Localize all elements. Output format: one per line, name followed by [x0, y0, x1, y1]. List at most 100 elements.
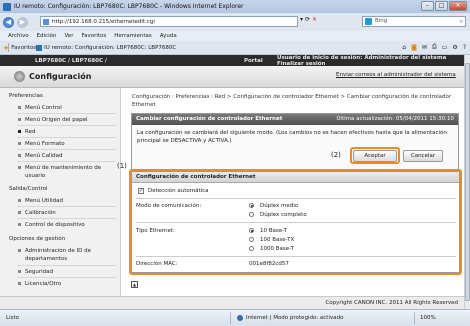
menu-ayuda[interactable]: Ayuda	[160, 33, 177, 39]
auto-detect-checkbox[interactable]: ✓	[138, 188, 144, 194]
minimize-button[interactable]: –	[421, 1, 434, 11]
menu-favoritos[interactable]: Favoritos	[81, 33, 106, 39]
cancel-button[interactable]: Cancelar	[403, 150, 443, 162]
half-duplex-label: Dúplex medio	[260, 203, 299, 209]
page-title: Configuración	[29, 72, 92, 81]
login-info[interactable]: Usuario de inicio de sesión: Administrad…	[277, 55, 464, 67]
sidebar-section-preferences: Preferencias	[9, 93, 43, 99]
maximize-button[interactable]: □	[435, 1, 448, 11]
callout-2: (2)	[331, 151, 341, 159]
sidebar-item-quality[interactable]: Menú Calidad	[18, 152, 62, 160]
search-icon[interactable]: ⌕	[460, 17, 463, 26]
menu-bar: Archivo Edición Ver Favoritos Herramient…	[0, 31, 470, 41]
vertical-scrollbar[interactable]	[464, 55, 470, 309]
stop-icon[interactable]: ✕	[312, 16, 317, 23]
menu-ver[interactable]: Ver	[64, 33, 73, 39]
refresh-icon[interactable]: ⟳	[305, 16, 310, 23]
ie-icon	[3, 2, 11, 11]
sidebar-item-department-id[interactable]: Administración de ID de departamentos	[18, 247, 116, 263]
status-bar: Listo Internet | Modo protegido: activad…	[0, 309, 470, 326]
sidebar-item-calibration[interactable]: Calibración	[18, 209, 56, 217]
status-text: Listo	[6, 315, 19, 321]
sidebar-item-maintenance[interactable]: Menú de mantenimiento de usuario	[18, 164, 116, 180]
sidebar-section-output: Salida/Control	[9, 186, 48, 192]
menu-edicion[interactable]: Edición	[37, 33, 57, 39]
email-admin-link[interactable]: Enviar correos al administrador del sist…	[336, 72, 456, 78]
sidebar: Preferencias Menú Control Menú Origen de…	[0, 88, 121, 309]
window-title: IU remoto: Configuración: LBP7680C: LBP7…	[14, 3, 244, 10]
page-content: LBP7680C / LBP7680C / Portal Usuario de …	[0, 55, 464, 309]
full-duplex-label: Dúplex completo	[260, 212, 307, 218]
title-bar: IU remoto: Configuración: LBP7680C: LBP7…	[0, 0, 470, 13]
10base-t-radio[interactable]	[249, 228, 254, 233]
half-duplex-radio[interactable]	[249, 203, 254, 208]
search-input[interactable]: Bing ⌕	[362, 16, 466, 27]
sidebar-section-management: Opciones de gestión	[9, 236, 66, 242]
full-duplex-radio[interactable]	[249, 212, 254, 217]
page-icon	[43, 18, 49, 25]
page-menu-icon[interactable]: ▭	[442, 44, 448, 51]
change-message: La configuración se cambiará del siguien…	[137, 130, 447, 144]
favorites-button[interactable]: Favoritos	[11, 45, 36, 51]
top-header: LBP7680C / LBP7680C / Portal Usuario de …	[0, 55, 464, 67]
comm-mode-label: Modo de comunicación:	[136, 203, 202, 209]
url-input[interactable]: http://192.168.0.215/ethernetedit.cgi	[40, 16, 298, 27]
ok-button[interactable]: Aceptar	[353, 150, 397, 162]
sidebar-item-paper-source[interactable]: Menú Origen del papel	[18, 116, 88, 124]
menu-herramientas[interactable]: Herramientas	[114, 33, 151, 39]
menu-archivo[interactable]: Archivo	[8, 33, 29, 39]
feeds-icon[interactable]: ◙	[411, 44, 417, 51]
command-bar: ⌂ ◙ ✉ ⎙ ▭ ⚙ ?	[402, 43, 466, 51]
dropdown-icon[interactable]: ▾	[300, 16, 303, 23]
bing-icon	[365, 18, 372, 25]
sidebar-item-security[interactable]: Seguridad	[18, 268, 53, 276]
mac-address-value: 001e8f82cd57	[249, 261, 289, 267]
change-confirm-box: Cambiar configuración de controlador Eth…	[131, 113, 459, 172]
back-to-top-icon[interactable]: ▲	[131, 281, 138, 288]
change-box-title: Cambiar configuración de controlador Eth…	[132, 114, 458, 125]
help-icon[interactable]: ?	[463, 44, 466, 51]
100base-tx-radio[interactable]	[249, 237, 254, 242]
address-actions: ▾ ⟳ ✕	[300, 16, 317, 23]
sidebar-item-device-control[interactable]: Control de dispositivo	[18, 221, 85, 229]
mac-address-label: Dirección MAC:	[136, 261, 178, 267]
100base-tx-label: 100 Base-TX	[260, 237, 295, 243]
mail-icon[interactable]: ✉	[422, 44, 427, 51]
ethernet-type-label: Tipo Ethernet:	[136, 228, 175, 234]
back-icon[interactable]: ◀	[3, 16, 14, 28]
settings-icon	[14, 71, 25, 82]
portal-link[interactable]: Portal	[244, 58, 263, 64]
auto-detect-label: Detección automática	[148, 188, 209, 194]
sidebar-item-format[interactable]: Menú Formato	[18, 140, 65, 148]
favorites-bar: ★ Favoritos IU remoto: Configuración: LB…	[0, 41, 470, 55]
sidebar-item-license[interactable]: Licencia/Otro	[18, 280, 61, 288]
10base-t-label: 10 Base-T	[260, 228, 287, 234]
browser-window: IU remoto: Configuración: LBP7680C: LBP7…	[0, 0, 470, 326]
window-controls: – □ ✕	[421, 1, 467, 11]
tab-page-icon	[36, 44, 43, 51]
ethernet-settings-form: Configuración de controlador Ethernet ✓ …	[131, 171, 460, 273]
globe-icon	[237, 315, 243, 321]
form-title: Configuración de controlador Ethernet	[132, 172, 459, 183]
print-icon[interactable]: ⎙	[432, 43, 437, 51]
home-icon[interactable]: ⌂	[402, 44, 406, 51]
1000base-t-radio[interactable]	[249, 246, 254, 251]
forward-icon[interactable]: ▶	[17, 16, 28, 28]
browser-tab[interactable]: IU remoto: Configuración: LBP7680C: LBP7…	[36, 44, 176, 51]
sidebar-item-network[interactable]: Red	[18, 128, 35, 136]
1000base-t-label: 1000 Base-T	[260, 246, 294, 252]
breadcrumb: Configuración : Preferencias : Red > Con…	[132, 94, 452, 108]
sidebar-item-menu-control[interactable]: Menú Control	[18, 104, 62, 112]
security-zone[interactable]: Internet | Modo protegido: activado	[237, 315, 343, 321]
zoom-level[interactable]: 100%	[420, 315, 436, 321]
page-footer: Copyright CANON INC. 2011 All Rights Res…	[0, 296, 464, 309]
callout-1: (1)	[117, 162, 127, 170]
address-bar: ◀ ▶ http://192.168.0.215/ethernetedit.cg…	[0, 13, 470, 31]
sidebar-item-utility[interactable]: Menú Utilidad	[18, 197, 63, 205]
printer-model: LBP7680C / LBP7680C /	[35, 57, 107, 64]
close-button[interactable]: ✕	[449, 1, 467, 11]
scrollbar-thumb[interactable]	[465, 63, 470, 301]
tools-icon[interactable]: ⚙	[452, 44, 457, 51]
last-updated: Última actualización: 05/04/2011 15:30:1…	[336, 116, 454, 122]
copyright: Copyright CANON INC. 2011 All Rights Res…	[325, 300, 458, 306]
